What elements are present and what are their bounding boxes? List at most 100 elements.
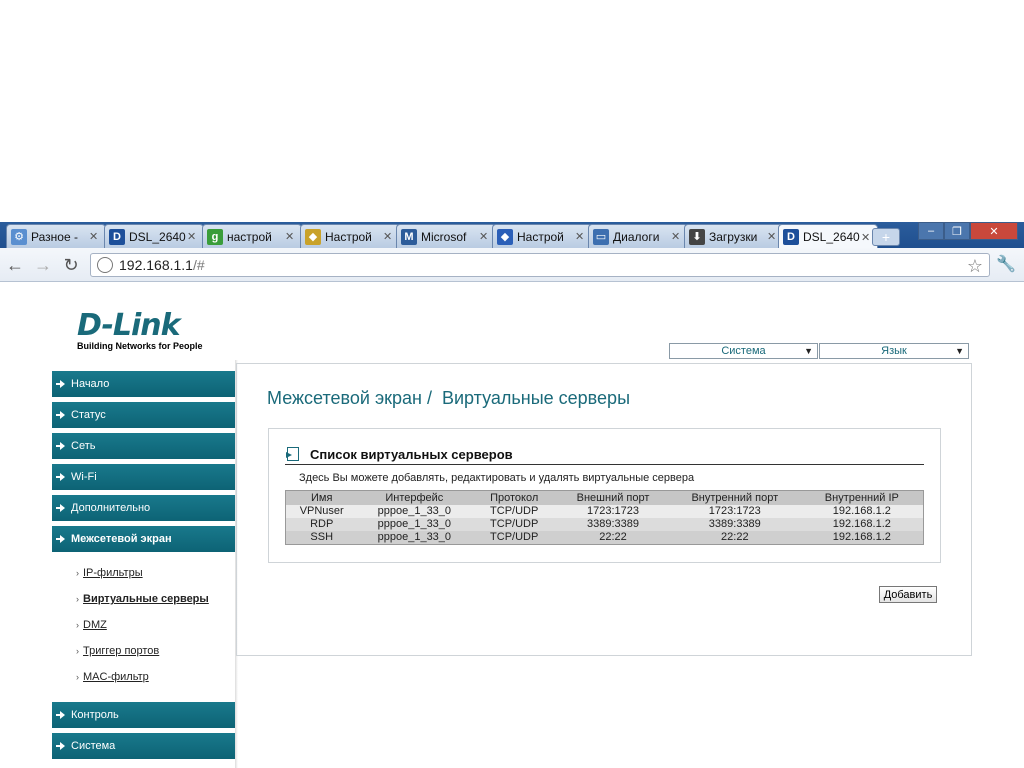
diamond-blue-icon: ◆: [497, 228, 513, 245]
submenu-virtual-servers[interactable]: › Виртуальные серверы: [76, 593, 209, 605]
column-header-name: Имя: [285, 490, 358, 505]
cell-external-port: 1723:1723: [557, 504, 669, 518]
menu-firewall[interactable]: Межсетевой экран: [52, 526, 235, 552]
table-row[interactable]: RDP pppoe_1_33_0 TCP/UDP 3389:3389 3389:…: [285, 517, 924, 531]
column-header-interface: Интерфейс: [357, 490, 472, 505]
forward-button[interactable]: →: [32, 254, 54, 276]
cell-protocol: TCP/UDP: [471, 504, 558, 518]
menu-system[interactable]: Система: [52, 733, 235, 759]
address-bar[interactable]: 192.168.1.1/# ☆: [90, 253, 990, 277]
m-icon: M: [401, 228, 417, 245]
menu-label: Межсетевой экран: [71, 533, 172, 545]
arrow-icon: [56, 473, 65, 481]
add-button[interactable]: Добавить: [879, 586, 937, 603]
column-header-internal-ip: Внутренний IP: [800, 490, 924, 505]
maximize-button[interactable]: ❐: [944, 222, 970, 240]
tab-label: настрой: [227, 229, 272, 244]
submenu-label[interactable]: MAC-фильтр: [83, 671, 149, 683]
cell-name: SSH: [285, 530, 358, 544]
arrow-icon: [56, 711, 65, 719]
globe-icon: [97, 257, 113, 273]
submenu-label[interactable]: Триггер портов: [83, 645, 159, 657]
menu-label: Контроль: [71, 709, 119, 721]
submenu-label[interactable]: IP-фильтры: [83, 567, 143, 579]
submenu-port-trigger[interactable]: › Триггер портов: [76, 645, 159, 657]
tab-label: Настрой: [517, 229, 564, 244]
column-header-internal-port: Внутренний порт: [668, 490, 801, 505]
back-button[interactable]: ←: [4, 254, 26, 276]
virtual-servers-table: Имя Интерфейс Протокол Внешний порт Внут…: [285, 490, 924, 545]
submenu-dmz[interactable]: › DMZ: [76, 619, 107, 631]
panel-title: Список виртуальных серверов: [310, 447, 513, 462]
cell-external-port: 3389:3389: [557, 517, 669, 531]
cell-internal-port: 1723:1723: [668, 504, 801, 518]
tab[interactable]: ▭ Диалоги ✕: [588, 224, 688, 248]
menu-network[interactable]: Сеть: [52, 433, 235, 459]
menu-status[interactable]: Статус: [52, 402, 235, 428]
menu-control[interactable]: Контроль: [52, 702, 235, 728]
tab[interactable]: ⬇ Загрузки ✕: [684, 224, 784, 248]
tab-label: Microsof: [421, 229, 467, 244]
tab[interactable]: D DSL_2640 ✕: [104, 224, 204, 248]
arrow-icon: [56, 380, 65, 388]
download-icon: ⬇: [689, 228, 705, 245]
menu-label: Дополнительно: [71, 502, 151, 514]
table-row[interactable]: VPNuser pppoe_1_33_0 TCP/UDP 1723:1723 1…: [285, 504, 924, 518]
cell-name: RDP: [285, 517, 358, 531]
close-icon[interactable]: ✕: [285, 230, 297, 243]
diamond-icon: ◆: [305, 228, 321, 245]
browser-chrome: ⚙ Разное - ✕ D DSL_2640 ✕ g настрой ✕ ◆ …: [0, 222, 1024, 282]
cell-interface: pppoe_1_33_0: [357, 504, 472, 518]
sidebar: Начало Статус Сеть Wi-Fi Дополнительно М…: [52, 360, 238, 768]
new-tab-button[interactable]: +: [872, 228, 900, 246]
tab-label: Загрузки: [709, 229, 758, 244]
chat-icon: ▭: [593, 228, 609, 245]
close-window-button[interactable]: ✕: [970, 222, 1018, 240]
tab[interactable]: g настрой ✕: [202, 224, 302, 248]
language-select-label: Язык: [881, 345, 907, 357]
cell-protocol: TCP/UDP: [471, 517, 558, 531]
menu-advanced[interactable]: Дополнительно: [52, 495, 235, 521]
tab[interactable]: ◆ Настрой ✕: [300, 224, 400, 248]
minimize-button[interactable]: –: [918, 222, 944, 240]
close-icon[interactable]: ✕: [383, 230, 395, 243]
tab[interactable]: ◆ Настрой ✕: [492, 224, 592, 248]
menu-label: Система: [71, 740, 116, 752]
cell-internal-ip: 192.168.1.2: [800, 517, 924, 531]
arrow-icon: [56, 742, 65, 750]
menu-wifi[interactable]: Wi-Fi: [52, 464, 235, 490]
menu-start[interactable]: Начало: [52, 371, 235, 397]
dlink-logo: D-Link Building Networks for People: [77, 308, 203, 351]
tab[interactable]: M Microsof ✕: [396, 224, 496, 248]
submenu-label[interactable]: DMZ: [83, 619, 107, 631]
submenu-label[interactable]: Виртуальные серверы: [83, 593, 209, 605]
document-arrow-icon: [286, 447, 299, 461]
tab[interactable]: ⚙ Разное - ✕: [6, 224, 106, 248]
table-header-row: Имя Интерфейс Протокол Внешний порт Внут…: [285, 490, 924, 505]
reload-button[interactable]: ↻: [60, 254, 82, 276]
star-icon[interactable]: ☆: [967, 256, 983, 277]
cell-interface: pppoe_1_33_0: [357, 530, 472, 544]
wrench-icon[interactable]: 🔧: [996, 254, 1016, 274]
dropdown-arrow-icon: ▼: [955, 346, 964, 356]
arrow-icon: [56, 442, 65, 450]
tab-label: Настрой: [325, 229, 372, 244]
cell-internal-ip: 192.168.1.2: [800, 530, 924, 544]
close-icon[interactable]: ✕: [575, 230, 587, 243]
tab-label: Диалоги: [613, 229, 660, 244]
language-select[interactable]: Язык ▼: [819, 343, 969, 359]
close-icon[interactable]: ✕: [671, 230, 683, 243]
submenu-mac-filter[interactable]: › MAC-фильтр: [76, 671, 149, 683]
url-path: /#: [192, 257, 205, 273]
table-row[interactable]: SSH pppoe_1_33_0 TCP/UDP 22:22 22:22 192…: [285, 530, 924, 544]
close-icon[interactable]: ✕: [187, 230, 199, 243]
close-icon[interactable]: ✕: [89, 230, 101, 243]
menu-label: Статус: [71, 409, 106, 421]
submenu-ip-filters[interactable]: › IP-фильтры: [76, 567, 143, 579]
tab-active[interactable]: D DSL_2640 ✕: [778, 224, 878, 249]
system-select[interactable]: Система ▼: [669, 343, 818, 359]
close-icon[interactable]: ✕: [479, 230, 491, 243]
arrow-icon: [56, 411, 65, 419]
url-host: 192.168.1.1: [119, 257, 193, 273]
cell-interface: pppoe_1_33_0: [357, 517, 472, 531]
